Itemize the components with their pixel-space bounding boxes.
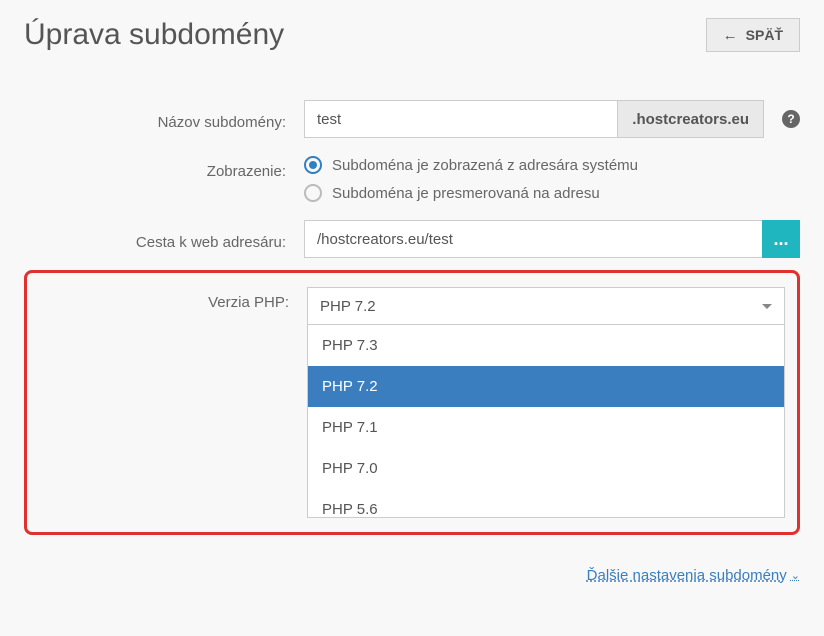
radio-icon <box>304 184 322 202</box>
display-label: Zobrazenie: <box>24 156 304 180</box>
php-version-dropdown-list[interactable]: PHP 7.3 PHP 7.2 PHP 7.1 PHP 7.0 PHP 5.6 <box>308 325 784 517</box>
radio-folder-label: Subdoména je zobrazená z adresára systém… <box>332 157 638 174</box>
arrow-left-icon: ← <box>723 28 738 43</box>
php-version-dropdown: PHP 7.3 PHP 7.2 PHP 7.1 PHP 7.0 PHP 5.6 <box>307 325 785 518</box>
chevron-down-icon <box>762 304 772 309</box>
more-settings-label: Ďalšie nastavenia subdomény <box>587 567 787 584</box>
php-option[interactable]: PHP 7.2 <box>308 366 784 407</box>
more-settings-link[interactable]: Ďalšie nastavenia subdomény ⌄ <box>587 567 800 584</box>
php-selected-value: PHP 7.2 <box>320 298 376 315</box>
help-icon[interactable]: ? <box>782 110 800 128</box>
subdomain-suffix: .hostcreators.eu <box>618 100 764 138</box>
php-version-select[interactable]: PHP 7.2 <box>307 287 785 325</box>
php-option[interactable]: PHP 7.3 <box>308 325 784 366</box>
back-button[interactable]: ← SPÄŤ <box>706 18 800 52</box>
php-option[interactable]: PHP 5.6 <box>308 489 784 517</box>
radio-folder[interactable]: Subdoména je zobrazená z adresára systém… <box>304 156 638 174</box>
php-option[interactable]: PHP 7.0 <box>308 448 784 489</box>
subdomain-input[interactable] <box>304 100 618 138</box>
radio-redirect[interactable]: Subdoména je presmerovaná na adresu <box>304 184 638 202</box>
page-title: Úprava subdomény <box>24 18 284 52</box>
php-label: Verzia PHP: <box>27 287 307 311</box>
php-option[interactable]: PHP 7.1 <box>308 407 784 448</box>
php-version-highlight: Verzia PHP: PHP 7.2 PHP 7.3 PHP 7.2 PHP … <box>24 270 800 535</box>
path-input[interactable] <box>304 220 762 258</box>
radio-icon <box>304 156 322 174</box>
back-button-label: SPÄŤ <box>746 27 783 43</box>
path-label: Cesta k web adresáru: <box>24 227 304 251</box>
radio-redirect-label: Subdoména je presmerovaná na adresu <box>332 185 600 202</box>
browse-button[interactable]: ... <box>762 220 800 258</box>
chevron-down-icon: ⌄ <box>791 569 800 582</box>
subdomain-label: Názov subdomény: <box>24 107 304 131</box>
